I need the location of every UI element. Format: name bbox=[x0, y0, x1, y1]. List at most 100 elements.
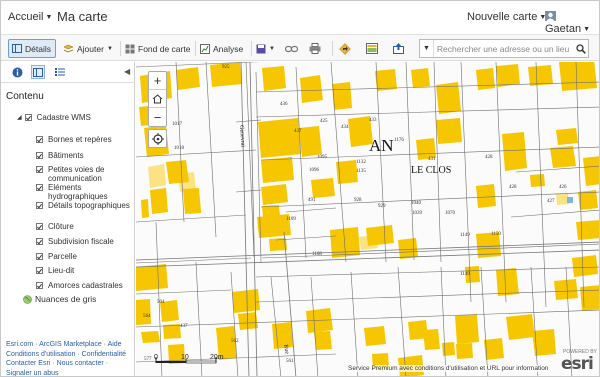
measure-button[interactable] bbox=[366, 39, 381, 58]
contents-sidebar: ◀ Contenu ◢ Cadastre WMS Bornes et repèr… bbox=[1, 62, 135, 377]
layer-checkbox[interactable] bbox=[24, 114, 32, 121]
zoom-in-button[interactable]: + bbox=[149, 72, 166, 90]
link-icon bbox=[285, 45, 298, 52]
upload-icon bbox=[393, 43, 404, 54]
parcel-number: 577 bbox=[144, 357, 152, 362]
collapse-sidebar-icon[interactable]: ◀ bbox=[124, 67, 130, 76]
layer-item[interactable]: Parcelle bbox=[36, 252, 132, 261]
chevron-down-icon: ▼ bbox=[422, 45, 430, 52]
expand-triangle-icon[interactable]: ◢ bbox=[17, 114, 22, 123]
layer-item[interactable]: Eléments hydrographiques bbox=[36, 183, 132, 201]
share-button[interactable] bbox=[285, 39, 301, 58]
new-map-menu[interactable]: Nouvelle carte ▼ bbox=[467, 11, 546, 23]
layer-label: Subdivision fiscale bbox=[48, 237, 114, 246]
basemap-grid-icon bbox=[125, 44, 135, 53]
basemap-globe-icon bbox=[23, 295, 32, 304]
layer-label: Lieu-dit bbox=[48, 266, 75, 275]
directions-button[interactable] bbox=[339, 39, 354, 58]
link-esri-com[interactable]: Esri.com bbox=[6, 341, 33, 348]
toolbar-divider bbox=[195, 41, 196, 56]
map-view[interactable]: 925 1017 436 437 425 434 433 1018 1095 1… bbox=[136, 62, 599, 376]
layer-item[interactable]: Bornes et repères bbox=[36, 135, 132, 144]
sidebar-tabs: ◀ bbox=[1, 62, 135, 83]
search-icon bbox=[575, 43, 586, 54]
basemap-layer[interactable]: Nuances de gris bbox=[23, 295, 96, 304]
tab-legend[interactable] bbox=[53, 65, 67, 79]
search-input[interactable] bbox=[433, 40, 574, 57]
checkmark-icon bbox=[37, 254, 42, 259]
layer-checkbox[interactable] bbox=[36, 238, 43, 245]
layer-checkbox[interactable] bbox=[36, 223, 43, 230]
checkmark-icon bbox=[37, 268, 42, 273]
user-menu[interactable]: Gaetan ▼ bbox=[545, 11, 599, 35]
toolbar-divider bbox=[251, 41, 252, 56]
main-toolbar: Détails Ajouter ▼ Fond de carte Analyse … bbox=[1, 34, 599, 61]
checkmark-icon bbox=[37, 185, 42, 190]
layer-checkbox[interactable] bbox=[36, 282, 43, 289]
layer-group-cadastre[interactable]: ◢ Cadastre WMS bbox=[17, 113, 91, 123]
scale-label: 0 bbox=[154, 354, 158, 361]
link-privacy[interactable]: Confidentialité bbox=[82, 351, 126, 358]
tab-contents[interactable] bbox=[31, 65, 45, 79]
parcel-number: 427 bbox=[547, 199, 555, 204]
layer-item[interactable]: Détails topographiques bbox=[36, 201, 132, 210]
print-button[interactable] bbox=[309, 39, 324, 58]
parcel-number: 562 bbox=[231, 339, 239, 344]
locate-button[interactable] bbox=[148, 129, 167, 148]
link-marketplace[interactable]: ArcGIS Marketplace bbox=[39, 341, 102, 348]
search-button[interactable] bbox=[573, 40, 588, 57]
home-menu[interactable]: Accueil ▼ bbox=[8, 11, 52, 23]
link-contact-esri[interactable]: Contacter Esri bbox=[6, 360, 50, 367]
layer-checkbox[interactable] bbox=[36, 152, 43, 159]
add-button[interactable]: Ajouter ▼ bbox=[63, 39, 113, 58]
parcel-number: 1176 bbox=[394, 138, 404, 143]
directions-icon bbox=[339, 42, 351, 55]
layer-checkbox[interactable] bbox=[36, 253, 43, 260]
parcel-number: 1150 bbox=[491, 232, 501, 237]
layer-label: Parcelle bbox=[48, 252, 77, 261]
layer-checkbox[interactable] bbox=[36, 184, 43, 191]
locate-crosshair-icon bbox=[151, 132, 164, 145]
layer-item[interactable]: Amorces cadastrales bbox=[36, 281, 132, 290]
link-contact-us[interactable]: Nous contacter bbox=[57, 360, 104, 367]
map-attribution[interactable]: Service Premium avec conditions d'utilis… bbox=[346, 365, 551, 372]
layer-item[interactable]: Clôture bbox=[36, 222, 132, 231]
home-icon bbox=[152, 93, 163, 103]
basemap-layer-label: Nuances de gris bbox=[35, 294, 97, 304]
save-button[interactable]: ▼ bbox=[256, 39, 275, 58]
edit-button[interactable] bbox=[393, 39, 407, 58]
parcel-number: 928 bbox=[354, 198, 362, 203]
zoom-controls: + − bbox=[148, 71, 167, 127]
layer-checkbox[interactable] bbox=[36, 166, 43, 173]
info-icon bbox=[12, 67, 22, 77]
layer-item[interactable]: Lieu-dit bbox=[36, 266, 132, 275]
parcel-number: 437 bbox=[180, 324, 188, 329]
esri-logo[interactable]: esri bbox=[561, 354, 594, 374]
analysis-button[interactable]: Analyse bbox=[200, 39, 243, 58]
parcel-number: 1096 bbox=[309, 168, 320, 173]
home-extent-button[interactable] bbox=[149, 90, 166, 108]
layer-checkbox[interactable] bbox=[36, 267, 43, 274]
link-help[interactable]: Aide bbox=[108, 341, 122, 348]
toolbar-divider bbox=[332, 41, 333, 56]
analysis-label: Analyse bbox=[213, 43, 244, 54]
layer-item[interactable]: Subdivision fiscale bbox=[36, 237, 132, 246]
basemap-button[interactable]: Fond de carte bbox=[125, 39, 190, 58]
search-source-dropdown[interactable]: ▼ bbox=[420, 40, 434, 57]
tab-about[interactable] bbox=[10, 65, 24, 79]
save-icon bbox=[256, 44, 266, 53]
link-terms[interactable]: Conditions d'utilisation bbox=[6, 351, 75, 358]
layer-label: Bâtiments bbox=[48, 151, 84, 160]
layer-checkbox[interactable] bbox=[36, 136, 43, 143]
chevron-down-icon: ▼ bbox=[269, 45, 275, 52]
layer-item[interactable]: Bâtiments bbox=[36, 151, 132, 160]
checkmark-icon bbox=[37, 203, 42, 208]
details-button[interactable]: Détails bbox=[8, 39, 56, 58]
zoom-out-button[interactable]: − bbox=[149, 108, 166, 126]
app-header: Accueil ▼ Ma carte Nouvelle carte ▼ Gaetan… bbox=[1, 1, 599, 35]
legend-list-icon bbox=[55, 68, 65, 76]
layer-checkbox[interactable] bbox=[36, 202, 43, 209]
layer-item[interactable]: Petites voies de communication bbox=[36, 165, 132, 183]
link-report-abuse[interactable]: Signaler un abus bbox=[6, 370, 59, 377]
parcel-number: 929 bbox=[378, 204, 386, 209]
